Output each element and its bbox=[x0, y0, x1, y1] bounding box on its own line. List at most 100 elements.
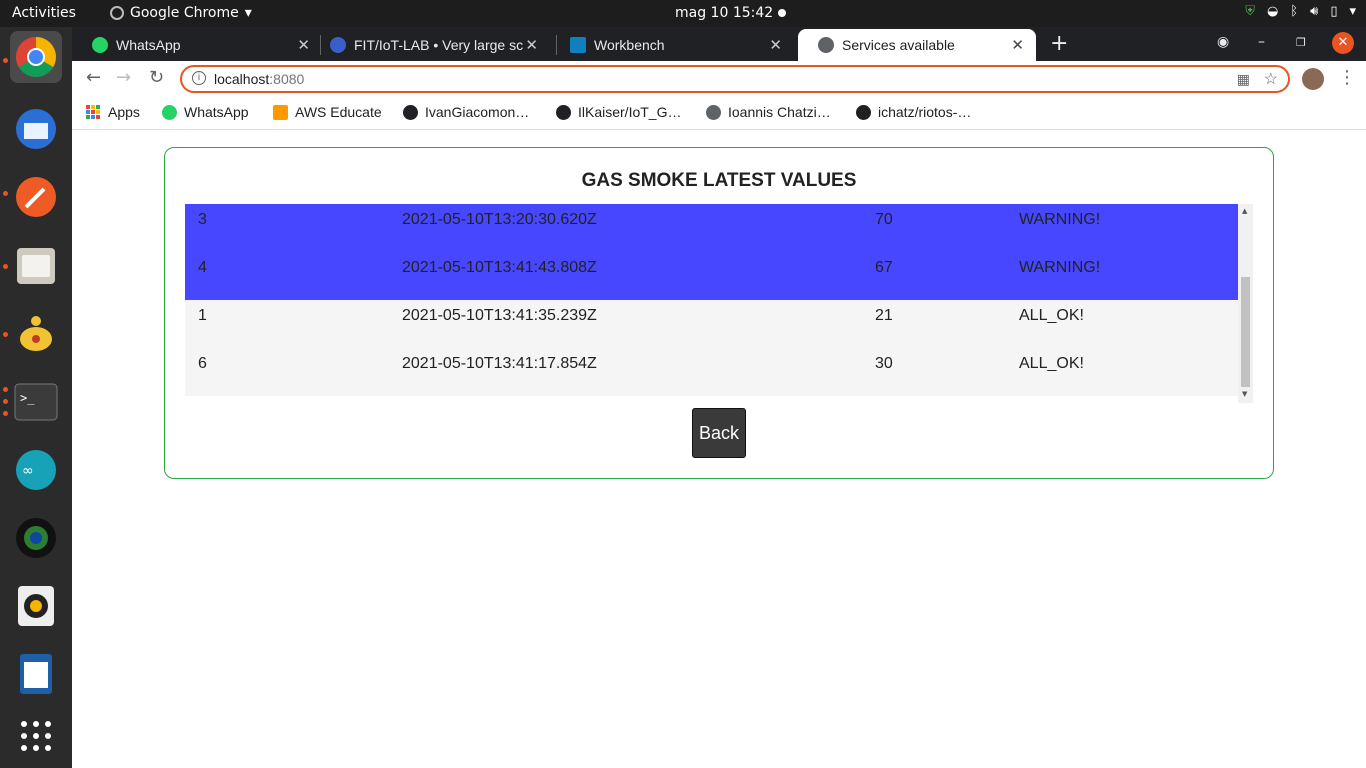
scroll-down-arrow-icon[interactable]: ▼ bbox=[1242, 390, 1247, 398]
bookmark-ilkaiser[interactable]: IlKaiser/IoT_G… bbox=[556, 104, 681, 120]
more-menu-icon[interactable]: ⋮ bbox=[1338, 67, 1356, 88]
app-menu[interactable]: Google Chrome ▾ bbox=[110, 5, 252, 21]
reload-icon[interactable]: ↻ bbox=[149, 67, 164, 88]
cell-value: 67 bbox=[875, 259, 893, 276]
values-table-scroll[interactable]: 3 2021-05-10T13:20:30.620Z 70 WARNING! 4… bbox=[185, 204, 1253, 403]
back-button[interactable]: Back bbox=[692, 408, 746, 458]
dock-terminal-icon[interactable]: >_ bbox=[10, 376, 62, 428]
cell-status: ALL_OK! bbox=[1019, 307, 1084, 324]
bookmark-ioannis-chatzi[interactable]: Ioannis Chatzi… bbox=[706, 104, 831, 120]
terminal-icon: >_ bbox=[14, 383, 58, 421]
close-icon[interactable]: ✕ bbox=[769, 36, 782, 54]
shield-icon[interactable]: ⛨ bbox=[1245, 4, 1255, 19]
back-arrow-icon[interactable]: ← bbox=[86, 67, 101, 88]
volume-icon[interactable]: 🔊︎ bbox=[1310, 4, 1318, 19]
document-icon bbox=[20, 654, 52, 694]
fit-iotlab-icon bbox=[330, 37, 346, 53]
show-apps-icon[interactable] bbox=[10, 710, 62, 762]
github-icon bbox=[856, 104, 871, 120]
svg-text:>_: >_ bbox=[20, 391, 35, 405]
system-top-bar: Activities Google Chrome ▾ mag 10 15:42 … bbox=[0, 0, 1366, 27]
cell-value: 70 bbox=[875, 211, 893, 228]
teapot-icon bbox=[20, 316, 52, 351]
bluetooth-icon[interactable]: ᛒ bbox=[1290, 4, 1298, 19]
bookmark-whatsapp[interactable]: WhatsApp bbox=[162, 104, 249, 120]
system-tray[interactable]: ⛨ ◒ ᛒ 🔊︎ ▯ ▾ bbox=[1245, 4, 1356, 19]
bookmark-label: IlKaiser/IoT_G… bbox=[578, 104, 682, 120]
page-title: GAS SMOKE LATEST VALUES bbox=[581, 170, 857, 191]
tab-whatsapp[interactable]: WhatsApp ✕ bbox=[72, 29, 322, 61]
bookmark-label: Ioannis Chatzi… bbox=[728, 104, 831, 120]
svg-text:∞: ∞ bbox=[22, 463, 34, 479]
tab-label: Workbench bbox=[594, 37, 665, 53]
dock-camera-icon[interactable] bbox=[10, 512, 62, 564]
aws-icon bbox=[273, 104, 288, 120]
dock-arduino-icon[interactable]: ∞ bbox=[10, 444, 62, 496]
folder-icon bbox=[17, 248, 55, 284]
tab-label: WhatsApp bbox=[116, 37, 181, 53]
dock-rhythmbox-icon[interactable] bbox=[10, 580, 62, 632]
scrollbar-thumb[interactable] bbox=[1241, 277, 1250, 387]
running-indicator-icon bbox=[3, 264, 8, 269]
window-close-button[interactable]: ✕ bbox=[1332, 32, 1354, 54]
new-tab-button[interactable]: + bbox=[1050, 31, 1068, 56]
dock-teapot-icon[interactable] bbox=[10, 307, 62, 359]
tab-strip: WhatsApp ✕ FIT/IoT-LAB • Very large sc ✕… bbox=[72, 27, 1366, 61]
chevron-down-icon[interactable]: ▾ bbox=[1349, 4, 1356, 19]
dock-thunderbird-icon[interactable] bbox=[10, 103, 62, 155]
maximize-icon[interactable]: ❐ bbox=[1296, 36, 1306, 49]
close-icon[interactable]: ✕ bbox=[525, 36, 538, 54]
dock-writer-icon[interactable] bbox=[10, 648, 62, 700]
whatsapp-icon bbox=[92, 37, 108, 53]
bookmark-label: AWS Educate bbox=[295, 104, 382, 120]
close-icon[interactable]: ✕ bbox=[1011, 36, 1024, 54]
dock-postman-icon[interactable] bbox=[10, 171, 62, 223]
close-icon[interactable]: ✕ bbox=[297, 36, 310, 54]
minimize-icon[interactable]: – bbox=[1258, 34, 1265, 50]
cell-status: WARNING! bbox=[1019, 211, 1101, 228]
cell-status: WARNING! bbox=[1019, 259, 1101, 276]
globe-icon bbox=[706, 104, 721, 120]
tab-services-available[interactable]: Services available ✕ bbox=[798, 29, 1036, 61]
bookmark-star-icon[interactable]: ☆ bbox=[1264, 69, 1278, 89]
bookmark-apps[interactable]: Apps bbox=[86, 104, 140, 120]
clock[interactable]: mag 10 15:42 bbox=[675, 5, 773, 21]
tab-search-icon[interactable]: ◉ bbox=[1217, 34, 1229, 50]
grid-icon bbox=[21, 721, 51, 751]
address-host: localhost bbox=[214, 71, 270, 87]
bookmark-aws-educate[interactable]: AWS Educate bbox=[273, 104, 382, 120]
cell-value: 30 bbox=[875, 355, 893, 372]
cell-value: 21 bbox=[875, 307, 893, 324]
apps-grid-icon bbox=[86, 105, 100, 119]
scroll-up-arrow-icon[interactable]: ▲ bbox=[1242, 207, 1247, 215]
dock-chrome-icon[interactable] bbox=[10, 31, 62, 83]
chevron-down-icon: ▾ bbox=[244, 5, 252, 21]
battery-icon[interactable]: ▯ bbox=[1330, 4, 1337, 19]
bookmark-ichatz-riotos[interactable]: ichatz/riotos-… bbox=[856, 104, 971, 120]
bookmark-label: WhatsApp bbox=[184, 104, 249, 120]
running-indicator-icon bbox=[3, 58, 8, 63]
app-menu-label: Google Chrome bbox=[130, 5, 239, 21]
whatsapp-icon bbox=[162, 104, 177, 120]
site-info-icon[interactable]: i bbox=[192, 71, 206, 85]
notification-dot-icon bbox=[778, 9, 786, 17]
table-scrollbar[interactable]: ▲ ▼ bbox=[1238, 204, 1253, 403]
values-card: GAS SMOKE LATEST VALUES 3 2021-05-10T13:… bbox=[164, 147, 1274, 479]
tab-fit-iotlab[interactable]: FIT/IoT-LAB • Very large sc ✕ bbox=[310, 29, 550, 61]
running-indicator-icon bbox=[3, 332, 8, 337]
cell-timestamp: 2021-05-10T13:20:30.620Z bbox=[402, 211, 597, 228]
cell-id: 3 bbox=[198, 211, 207, 228]
bookmark-ivangiacomon[interactable]: IvanGiacomon… bbox=[403, 104, 529, 120]
profile-avatar[interactable] bbox=[1302, 68, 1324, 90]
bookmark-label: ichatz/riotos-… bbox=[878, 104, 972, 120]
tab-label: Services available bbox=[842, 37, 955, 53]
activities-button[interactable]: Activities bbox=[12, 5, 76, 21]
tab-workbench[interactable]: Workbench ✕ bbox=[550, 29, 794, 61]
wifi-icon[interactable]: ◒ bbox=[1267, 4, 1278, 19]
address-bar[interactable]: i localhost:8080 ▦ ☆ bbox=[180, 65, 1290, 93]
cell-id: 4 bbox=[198, 259, 207, 276]
github-icon bbox=[556, 104, 571, 120]
qr-code-icon[interactable]: ▦ bbox=[1237, 71, 1250, 88]
dock-files-icon[interactable] bbox=[10, 239, 62, 291]
forward-arrow-icon[interactable]: → bbox=[116, 67, 131, 88]
